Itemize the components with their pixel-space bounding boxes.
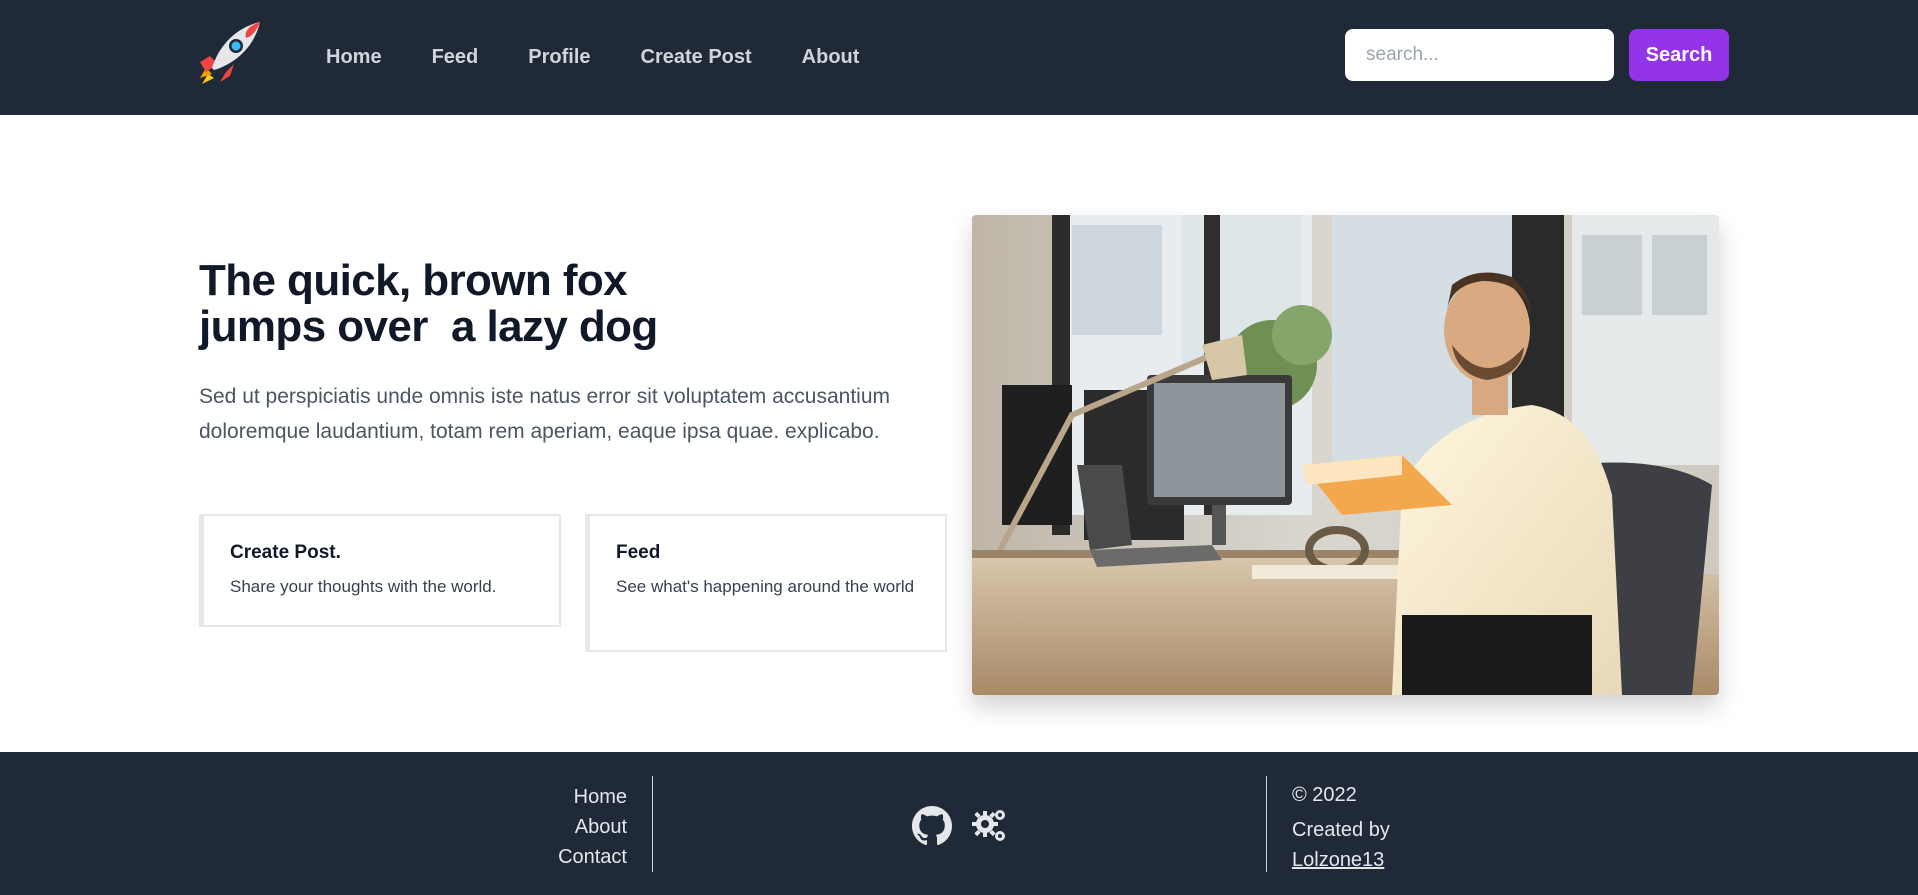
footer-icons	[912, 806, 1028, 846]
nav-home[interactable]: Home	[326, 46, 382, 69]
office-photo	[972, 215, 1719, 695]
footer-credits: © 2022 Created by Lolzone13	[1292, 780, 1390, 875]
rocket-icon[interactable]	[196, 18, 264, 86]
create-post-card[interactable]: Create Post. Share your thoughts with th…	[199, 514, 561, 627]
search-input[interactable]	[1345, 29, 1614, 81]
nav-create-post[interactable]: Create Post	[641, 46, 752, 69]
footer-link-home[interactable]: Home	[470, 782, 627, 812]
card-text: Share your thoughts with the world.	[230, 577, 497, 596]
hero-description: Sed ut perspiciatis unde omnis iste natu…	[199, 385, 891, 443]
footer-link-about[interactable]: About	[470, 812, 627, 842]
card-text: See what's happening around the world	[616, 577, 915, 596]
author-link[interactable]: Lolzone13	[1292, 845, 1384, 875]
card-title: Create Post.	[230, 542, 341, 563]
main-nav: Home Feed Profile Create Post About	[326, 0, 909, 115]
footer-divider	[652, 776, 653, 872]
footer-nav: Home About Contact	[470, 782, 627, 872]
gears-icon[interactable]	[970, 806, 1010, 846]
nav-profile[interactable]: Profile	[528, 46, 590, 69]
hero-title-line-1: The quick, brown fox	[199, 256, 628, 305]
nav-about[interactable]: About	[802, 46, 860, 69]
card-title: Feed	[616, 542, 661, 563]
feed-card[interactable]: Feed See what's happening around the wor…	[585, 514, 947, 652]
github-icon[interactable]	[912, 806, 952, 846]
footer-divider	[1266, 776, 1267, 872]
search-button[interactable]: Search	[1629, 29, 1729, 81]
created-by-text: Created by	[1292, 819, 1390, 841]
hero-title: The quick, brown fox jumps over a lazy d…	[199, 258, 719, 350]
nav-feed[interactable]: Feed	[432, 46, 479, 69]
footer: Home About Contact © 2022 Created by Lol…	[0, 752, 1918, 895]
footer-link-contact[interactable]: Contact	[470, 842, 627, 872]
navbar: Home Feed Profile Create Post About Sear…	[0, 0, 1918, 115]
hero-title-line-2: jumps over a lazy dog	[199, 302, 658, 351]
hero-image	[972, 215, 1719, 695]
copyright-text: © 2022	[1292, 784, 1357, 806]
